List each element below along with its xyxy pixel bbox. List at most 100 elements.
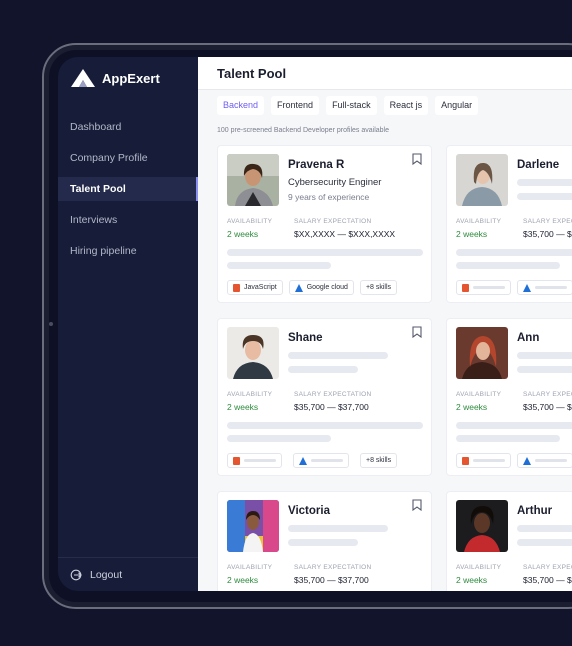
skill-tag[interactable]: JavaScript (227, 280, 283, 295)
availability-label: AVAILABILITY (456, 391, 502, 398)
avatar (456, 500, 508, 552)
filter-react-js[interactable]: React js (383, 96, 429, 115)
candidate-card[interactable]: Shane AVAILABILITY SALARY EXPECTATION 2 … (217, 318, 432, 476)
skill-tag[interactable]: Google cloud (288, 280, 354, 295)
sidebar-item-company-profile[interactable]: Company Profile (58, 146, 198, 170)
salary-label: SALARY EXPECTATION (294, 564, 372, 571)
candidate-card[interactable]: Victoria AVAILABILITY SALARY EXPECTATION… (217, 491, 432, 591)
candidate-name: Shane (288, 332, 323, 344)
placeholder-line (227, 435, 331, 442)
skill-tag[interactable] (456, 453, 511, 468)
brand-name: AppExert (102, 70, 160, 86)
brand[interactable]: AppExert (70, 68, 160, 88)
bookmark-icon[interactable] (412, 326, 422, 338)
candidate-name: Darlene (517, 159, 560, 171)
placeholder-line (456, 249, 572, 256)
skill-tag[interactable] (517, 453, 572, 468)
page-title: Talent Pool (217, 65, 287, 81)
placeholder-line (473, 286, 505, 289)
filter-angular[interactable]: Angular (435, 96, 479, 115)
html5-icon (462, 456, 469, 465)
placeholder-line (517, 366, 572, 373)
app-screen: AppExert Dashboard Company Profile Talen… (58, 57, 572, 591)
bookmark-icon[interactable] (412, 499, 422, 511)
placeholder-line (227, 262, 331, 269)
availability-label: AVAILABILITY (227, 564, 273, 571)
filter-backend[interactable]: Backend (217, 96, 265, 115)
placeholder-line (517, 539, 572, 546)
sidebar-item-talent-pool[interactable]: Talent Pool (58, 177, 198, 201)
candidate-card[interactable]: Darlene AVAILABILITY SALARY EXPECTATION … (446, 145, 572, 303)
sidebar: AppExert Dashboard Company Profile Talen… (58, 57, 198, 591)
sidebar-item-dashboard[interactable]: Dashboard (58, 115, 198, 139)
azure-icon (523, 283, 531, 292)
availability-value: 2 weeks (227, 575, 259, 585)
topbar: Talent Pool (198, 57, 572, 90)
placeholder-line (535, 459, 567, 462)
skill-tag[interactable] (456, 280, 511, 295)
skill-tags (456, 453, 572, 468)
filter-tabs: Backend Frontend Full-stack React js Ang… (217, 96, 479, 115)
logout-icon (70, 569, 82, 580)
skill-tags: +8 skills (227, 453, 398, 468)
placeholder-line (227, 249, 423, 256)
placeholder-line (288, 352, 388, 359)
sidebar-item-hiring-pipeline[interactable]: Hiring pipeline (58, 239, 198, 263)
availability-label: AVAILABILITY (227, 218, 273, 225)
logout-button[interactable]: Logout (58, 557, 198, 591)
placeholder-line (473, 459, 505, 462)
salary-value: $XX,XXXX — $XXX,XXXX (294, 229, 396, 239)
candidate-name: Arthur (517, 505, 553, 517)
skill-tag-label: JavaScript (244, 284, 277, 291)
placeholder-line (456, 262, 560, 269)
azure-icon (299, 456, 307, 465)
placeholder-line (288, 366, 358, 373)
mountain-logo-icon (71, 69, 95, 87)
avatar (227, 154, 279, 206)
skill-tag[interactable] (293, 453, 349, 468)
avatar (456, 327, 508, 379)
candidate-name: Pravena R (288, 159, 345, 171)
salary-value: $35,700 — $37,700 (294, 575, 369, 585)
skill-tag-label: +8 skills (365, 284, 392, 291)
placeholder-line (517, 193, 572, 200)
bookmark-icon[interactable] (412, 153, 422, 165)
placeholder-line (311, 459, 343, 462)
sidebar-nav: Dashboard Company Profile Talent Pool In… (58, 115, 198, 270)
more-skills-tag[interactable]: +8 skills (360, 453, 398, 468)
sidebar-item-interviews[interactable]: Interviews (58, 208, 198, 232)
placeholder-line (456, 422, 572, 429)
azure-icon (294, 283, 303, 292)
salary-value: $35,700 — $ (523, 402, 572, 412)
candidate-card[interactable]: Ann AVAILABILITY SALARY EXPECTATION 2 we… (446, 318, 572, 476)
skill-tag-label: Google cloud (306, 284, 348, 291)
candidate-card[interactable]: Arthur AVAILABILITY SALARY EXPECTATION 2… (446, 491, 572, 591)
camera-dot (49, 322, 53, 326)
salary-label: SALARY EXPECTATION (294, 218, 372, 225)
filter-full-stack[interactable]: Full-stack (326, 96, 377, 115)
candidate-card[interactable]: Pravena R Cybersecurity Enginer 9 years … (217, 145, 432, 303)
placeholder-line (517, 525, 572, 532)
candidate-experience: 9 years of experience (288, 192, 370, 202)
more-skills-tag[interactable]: +8 skills (359, 280, 398, 295)
skill-tags: JavaScript Google cloud +8 skills (227, 280, 398, 295)
placeholder-line (517, 179, 572, 186)
skill-tag[interactable] (227, 453, 282, 468)
candidate-name: Victoria (288, 505, 330, 517)
candidate-name: Ann (517, 332, 540, 344)
availability-label: AVAILABILITY (456, 218, 502, 225)
background: AppExert Dashboard Company Profile Talen… (0, 0, 572, 646)
salary-value: $35,700 — $37,700 (294, 402, 369, 412)
availability-value: 2 weeks (227, 229, 259, 239)
salary-value: $35,700 — $ (523, 575, 572, 585)
placeholder-line (535, 286, 567, 289)
filter-frontend[interactable]: Frontend (271, 96, 320, 115)
availability-value: 2 weeks (456, 229, 488, 239)
skill-tag-label: +8 skills (366, 457, 392, 464)
main-content: Talent Pool Backend Frontend Full-stack … (198, 57, 572, 591)
availability-value: 2 weeks (456, 402, 488, 412)
availability-label: AVAILABILITY (227, 391, 273, 398)
placeholder-line (227, 422, 423, 429)
skill-tag[interactable] (517, 280, 572, 295)
availability-value: 2 weeks (227, 402, 259, 412)
